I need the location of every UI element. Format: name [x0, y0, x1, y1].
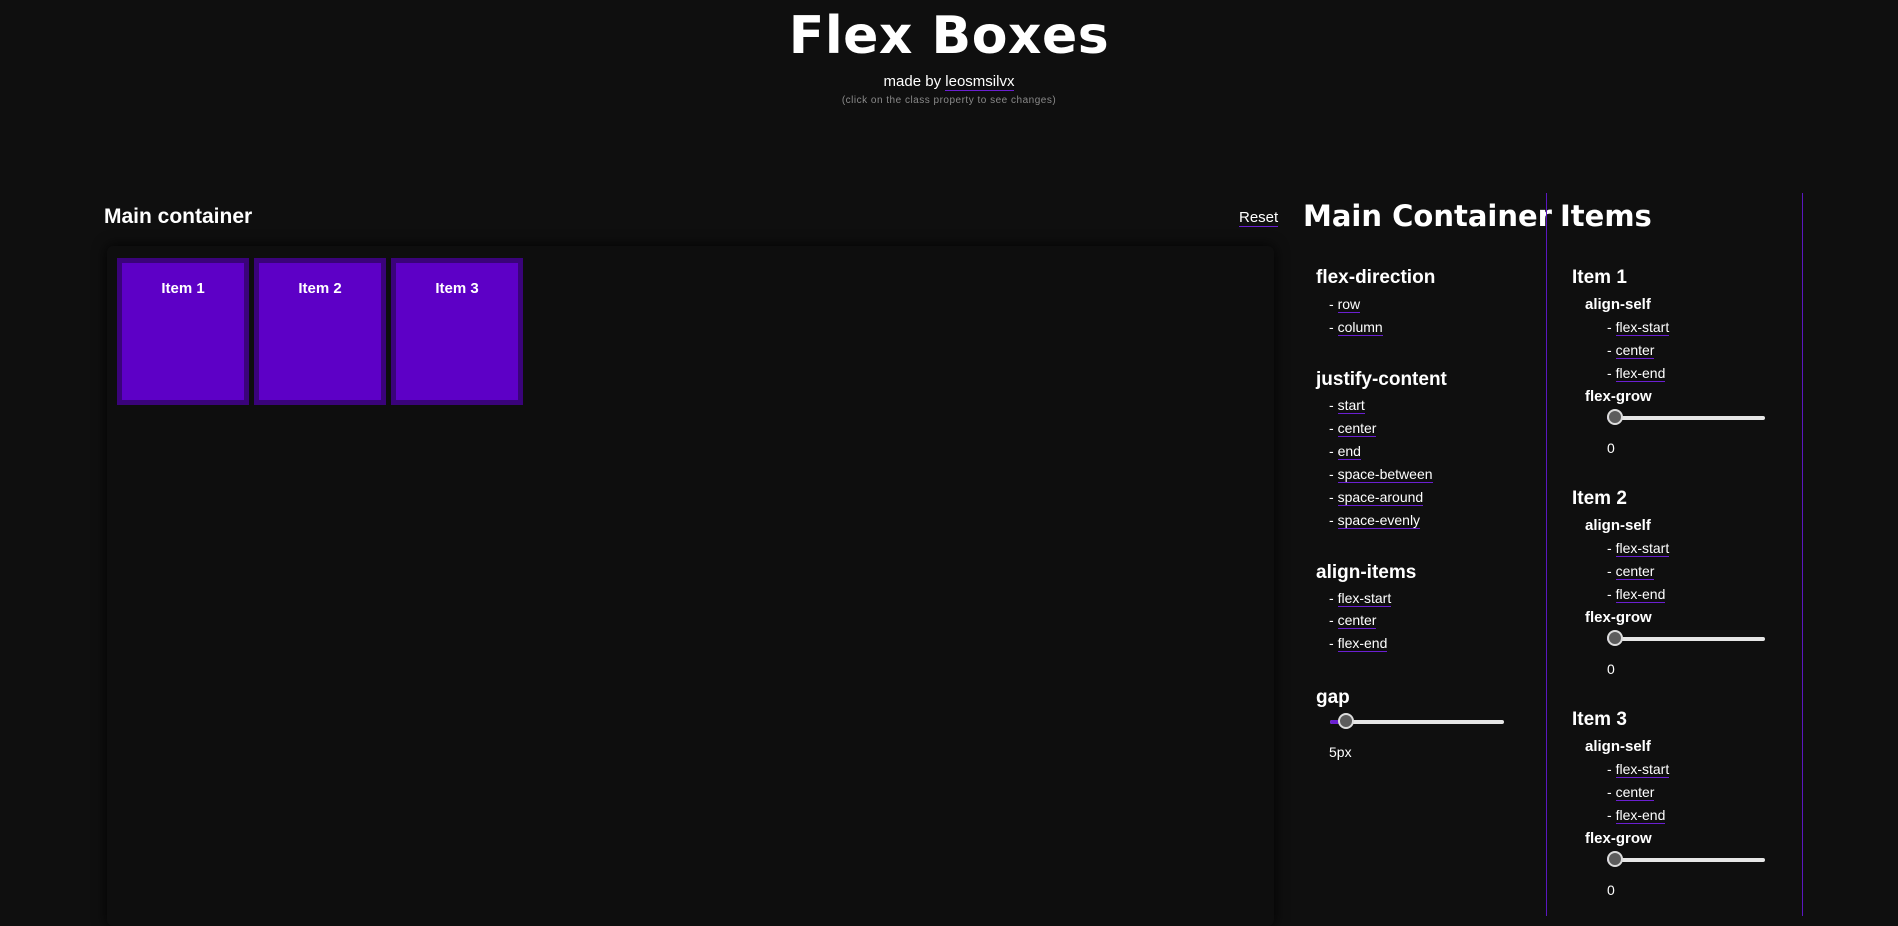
slider-track [1607, 416, 1765, 420]
flex-item-2: Item 2 [254, 258, 386, 405]
items-panel-heading: Items [1560, 199, 1652, 233]
main-container-controls-heading: Main Container [1303, 199, 1552, 233]
option-link[interactable]: flex-start [1337, 590, 1392, 607]
flex-direction-title: flex-direction [1316, 267, 1436, 288]
author-link[interactable]: leosmsilvx [945, 73, 1015, 91]
option-link[interactable]: row [1337, 296, 1361, 313]
item-1-align-self-flex-end[interactable]: - flex-end [1607, 365, 1666, 382]
flex-item-label: Item 1 [161, 280, 205, 297]
gap-value: 5px [1329, 744, 1352, 760]
option-link[interactable]: space-around [1337, 489, 1424, 506]
item-3-align-self-center[interactable]: - center [1607, 784, 1655, 801]
justify-content-option-space-around[interactable]: - space-around [1329, 489, 1424, 506]
item-1-title: Item 1 [1572, 267, 1627, 288]
item-3-flex-grow-label: flex-grow [1585, 830, 1652, 847]
item-1-align-self-label: align-self [1585, 296, 1651, 313]
justify-content-option-space-between[interactable]: - space-between [1329, 466, 1433, 483]
option-link[interactable]: flex-end [1615, 365, 1666, 382]
gap-slider[interactable] [1330, 712, 1504, 732]
option-link[interactable]: flex-start [1615, 319, 1670, 336]
byline: made by leosmsilvx [0, 73, 1898, 91]
item-3-align-self-flex-start[interactable]: - flex-start [1607, 761, 1670, 778]
flex-item-3: Item 3 [391, 258, 523, 405]
option-link[interactable]: flex-end [1615, 807, 1666, 824]
item-2-align-self-label: align-self [1585, 517, 1651, 534]
slider-thumb[interactable] [1337, 713, 1354, 729]
align-items-option-flex-end[interactable]: - flex-end [1329, 635, 1388, 652]
item-2-align-self-flex-end[interactable]: - flex-end [1607, 586, 1666, 603]
align-items-title: align-items [1316, 562, 1417, 583]
justify-content-option-center[interactable]: - center [1329, 420, 1377, 437]
slider-track [1607, 858, 1765, 862]
item-2-title: Item 2 [1572, 488, 1627, 509]
item-1-flex-grow-slider[interactable] [1607, 408, 1765, 428]
item-2-flex-grow-label: flex-grow [1585, 609, 1652, 626]
item-3-align-self-label: align-self [1585, 738, 1651, 755]
option-link[interactable]: center [1615, 563, 1655, 580]
panel-divider-left [1546, 193, 1547, 916]
item-1-align-self-center[interactable]: - center [1607, 342, 1655, 359]
option-link[interactable]: center [1337, 420, 1377, 437]
option-link[interactable]: space-between [1337, 466, 1433, 483]
slider-thumb[interactable] [1607, 409, 1623, 425]
item-1-flex-grow-value: 0 [1607, 440, 1615, 456]
option-link[interactable]: flex-start [1615, 761, 1670, 778]
item-2-flex-grow-value: 0 [1607, 661, 1615, 677]
justify-content-option-space-evenly[interactable]: - space-evenly [1329, 512, 1421, 529]
item-3-flex-grow-value: 0 [1607, 882, 1615, 898]
item-1-flex-grow-label: flex-grow [1585, 388, 1652, 405]
gap-title: gap [1316, 687, 1350, 708]
hint-text: (click on the class property to see chan… [841, 95, 1057, 106]
item-2-align-self-flex-start[interactable]: - flex-start [1607, 540, 1670, 557]
byline-prefix: made by [883, 73, 942, 90]
slider-thumb[interactable] [1607, 851, 1623, 867]
flex-item-label: Item 3 [435, 280, 479, 297]
option-link[interactable]: center [1615, 342, 1655, 359]
slider-thumb[interactable] [1607, 630, 1623, 646]
flex-container: Item 1 Item 2 Item 3 [107, 246, 1274, 926]
flex-direction-option-row[interactable]: - row [1329, 296, 1361, 313]
option-link[interactable]: space-evenly [1337, 512, 1421, 529]
option-link[interactable]: flex-end [1615, 586, 1666, 603]
item-3-align-self-flex-end[interactable]: - flex-end [1607, 807, 1666, 824]
option-link[interactable]: flex-end [1337, 635, 1388, 652]
flex-item-label: Item 2 [298, 280, 342, 297]
main-container-heading: Main container [104, 205, 253, 228]
slider-track [1607, 637, 1765, 641]
justify-content-option-start[interactable]: - start [1329, 397, 1365, 414]
option-link[interactable]: start [1337, 397, 1365, 414]
align-items-option-center[interactable]: - center [1329, 612, 1377, 629]
justify-content-option-end[interactable]: - end [1329, 443, 1361, 460]
slider-track [1330, 720, 1504, 724]
option-link[interactable]: center [1337, 612, 1377, 629]
align-items-option-flex-start[interactable]: - flex-start [1329, 590, 1392, 607]
panel-divider-right [1802, 193, 1803, 916]
item-2-align-self-center[interactable]: - center [1607, 563, 1655, 580]
item-2-flex-grow-slider[interactable] [1607, 629, 1765, 649]
item-3-flex-grow-slider[interactable] [1607, 850, 1765, 870]
page-title: Flex Boxes [788, 6, 1110, 66]
reset-button[interactable]: Reset [1239, 209, 1279, 227]
option-link[interactable]: flex-start [1615, 540, 1670, 557]
flex-item-1: Item 1 [117, 258, 249, 405]
item-3-title: Item 3 [1572, 709, 1627, 730]
flex-direction-option-column[interactable]: - column [1329, 319, 1383, 336]
option-link[interactable]: center [1615, 784, 1655, 801]
option-link[interactable]: end [1337, 443, 1361, 460]
item-1-align-self-flex-start[interactable]: - flex-start [1607, 319, 1670, 336]
option-link[interactable]: column [1337, 319, 1383, 336]
justify-content-title: justify-content [1316, 369, 1447, 390]
